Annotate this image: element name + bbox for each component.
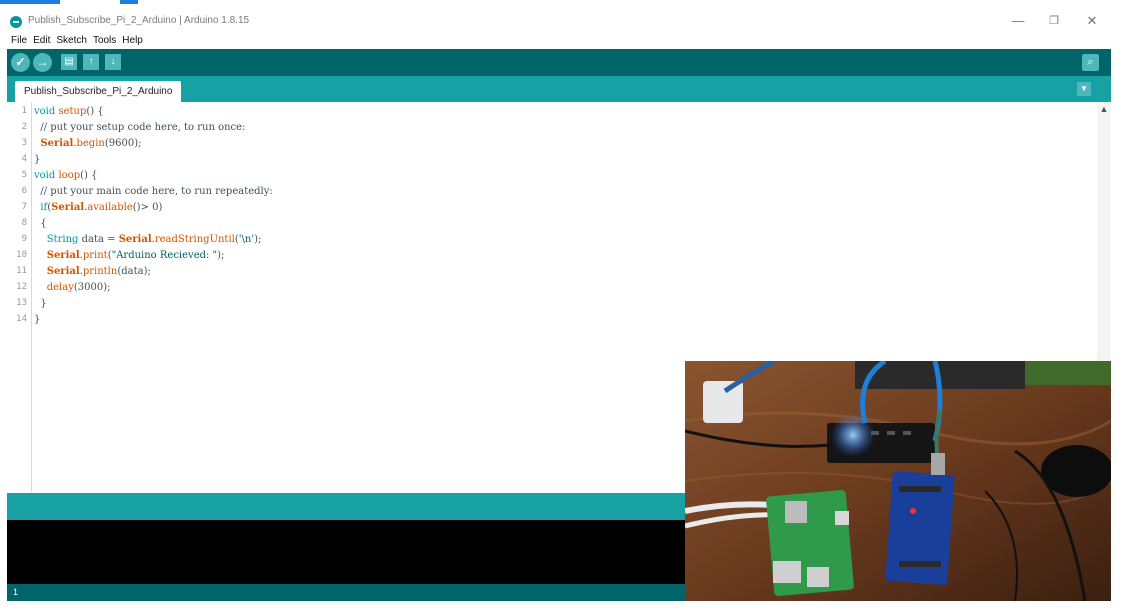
- line-number: 2: [21, 122, 27, 132]
- maximize-button[interactable]: ❐: [1042, 10, 1066, 32]
- code-line: {: [34, 218, 47, 229]
- cursor-line-number: 1: [13, 587, 19, 597]
- code-line: }: [34, 314, 41, 325]
- code-line: void loop() {: [34, 170, 98, 181]
- menu-tools[interactable]: Tools: [93, 34, 116, 48]
- menu-bar: File Edit Sketch Tools Help: [0, 34, 1127, 48]
- code-line: // put your setup code here, to run once…: [40, 122, 246, 133]
- new-sketch-button[interactable]: ▤: [61, 54, 77, 70]
- line-number: 4: [21, 154, 27, 164]
- line-number: 11: [16, 266, 27, 276]
- code-line: Serial.begin(9600);: [40, 138, 142, 149]
- code-line: void setup() {: [34, 106, 104, 117]
- line-number: 1: [21, 106, 27, 116]
- line-number: 12: [16, 282, 27, 292]
- camera-feed-icon: [685, 361, 1111, 601]
- window-title: Publish_Subscribe_Pi_2_Arduino | Arduino…: [28, 15, 250, 26]
- arduino-logo-icon: [10, 16, 22, 28]
- verify-button[interactable]: ✓: [11, 53, 30, 72]
- line-number: 10: [16, 250, 27, 260]
- code-line: if(Serial.available()> 0): [40, 202, 163, 213]
- upload-button[interactable]: →: [33, 53, 52, 72]
- line-number: 8: [21, 218, 27, 228]
- line-number: 5: [21, 170, 27, 180]
- arduino-ide-window: Publish_Subscribe_Pi_2_Arduino | Arduino…: [0, 0, 1127, 616]
- serial-monitor-button[interactable]: ⌕: [1082, 54, 1099, 71]
- tab-bar: Publish_Subscribe_Pi_2_Arduino ▼: [7, 76, 1111, 102]
- line-number: 7: [21, 202, 27, 212]
- menu-file[interactable]: File: [11, 34, 27, 48]
- code-line: String data = Serial.readStringUntil('\n…: [46, 234, 262, 245]
- code-line: Serial.println(data);: [46, 266, 151, 277]
- line-number: 13: [16, 298, 27, 308]
- tab-sketch[interactable]: Publish_Subscribe_Pi_2_Arduino: [15, 81, 182, 102]
- menu-help[interactable]: Help: [122, 34, 143, 48]
- open-sketch-button[interactable]: ↑: [83, 54, 99, 70]
- title-bar: Publish_Subscribe_Pi_2_Arduino | Arduino…: [0, 0, 1127, 34]
- close-button[interactable]: ✕: [1080, 10, 1104, 32]
- line-number: 6: [21, 186, 27, 196]
- code-line: }: [34, 154, 41, 165]
- toolbar: ✓ → ▤ ↑ ↓ ⌕: [7, 49, 1111, 76]
- tab-menu-button[interactable]: ▼: [1077, 82, 1091, 96]
- line-number: 14: [16, 314, 27, 324]
- code-line: // put your main code here, to run repea…: [40, 186, 273, 197]
- accent-bar-2: [120, 0, 138, 4]
- line-number-gutter: 1 2 3 4 5 6 7 8 9 10 11 12 13 14: [7, 102, 32, 492]
- scroll-up-arrow-icon[interactable]: ▲: [1097, 104, 1111, 116]
- menu-sketch[interactable]: Sketch: [56, 34, 87, 48]
- code-line: delay(3000);: [46, 282, 111, 293]
- menu-edit[interactable]: Edit: [33, 34, 50, 48]
- save-sketch-button[interactable]: ↓: [105, 54, 121, 70]
- accent-bar: [0, 0, 60, 4]
- code-line: Serial.print("Arduino Recieved: ");: [46, 250, 225, 261]
- minimize-button[interactable]: —: [1006, 10, 1030, 32]
- line-number: 9: [21, 234, 27, 244]
- line-number: 3: [21, 138, 27, 148]
- code-line: }: [34, 298, 47, 309]
- webcam-overlay: [685, 361, 1111, 601]
